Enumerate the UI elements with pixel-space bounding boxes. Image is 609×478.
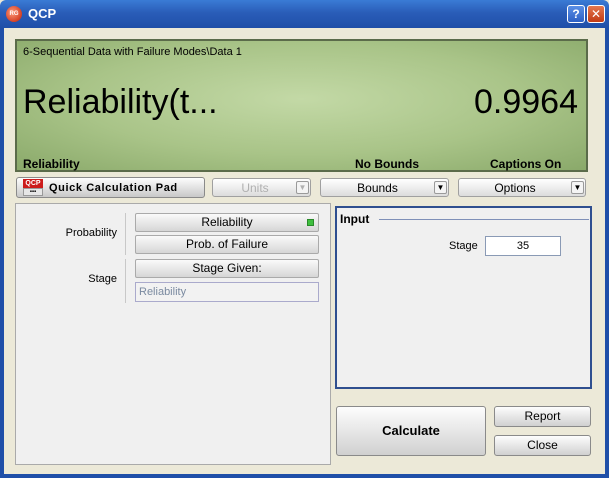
- divider: [125, 213, 126, 255]
- data-path: 6-Sequential Data with Failure Modes\Dat…: [23, 46, 242, 58]
- input-panel: Input Stage 35: [335, 206, 592, 389]
- close-button[interactable]: Close: [494, 435, 591, 456]
- divider: [125, 259, 126, 303]
- selected-indicator-icon: [307, 219, 314, 226]
- chevron-down-icon: ▼: [571, 181, 584, 194]
- status-metric: Reliability: [23, 157, 80, 171]
- probability-label: Probability: [65, 227, 117, 239]
- bounds-label: Bounds: [357, 181, 398, 195]
- options-dropdown[interactable]: Options ▼: [458, 178, 586, 197]
- stage-given-button[interactable]: Stage Given:: [135, 259, 319, 278]
- bounds-dropdown[interactable]: Bounds ▼: [320, 178, 449, 197]
- qcp-logo-icon: QCP ▪▪▪: [23, 179, 43, 196]
- options-label: Options: [494, 181, 536, 195]
- lcd-screen: 6-Sequential Data with Failure Modes\Dat…: [17, 41, 586, 171]
- result-display: 6-Sequential Data with Failure Modes\Dat…: [15, 39, 588, 172]
- reliability-option-label: Reliability: [201, 215, 253, 229]
- result-metric: Reliability(t...: [23, 83, 218, 121]
- qcp-logo-keys: ▪▪▪: [23, 188, 43, 196]
- window-frame-bottom: [0, 474, 609, 478]
- qcp-logo-text: QCP: [23, 179, 43, 188]
- result-value: 0.9964: [474, 83, 578, 121]
- app-icon: RG: [6, 6, 22, 22]
- report-button[interactable]: Report: [494, 406, 591, 427]
- quick-calculation-pad-button[interactable]: QCP ▪▪▪ Quick Calculation Pad: [16, 177, 205, 198]
- status-captions: Captions On: [490, 157, 562, 171]
- window-title: QCP: [28, 6, 57, 21]
- close-window-button[interactable]: ✕: [587, 5, 605, 23]
- window-frame-left: [0, 28, 4, 478]
- title-bar[interactable]: RG QCP ? ✕: [0, 0, 609, 28]
- calculation-options-panel: Probability Reliability Prob. of Failure…: [15, 203, 331, 465]
- units-dropdown: Units ▼: [212, 178, 311, 197]
- status-bounds: No Bounds: [355, 157, 419, 171]
- stage-row-label: Stage: [88, 273, 117, 285]
- stage-given-field: Reliability: [135, 282, 319, 302]
- calculate-button[interactable]: Calculate: [336, 406, 486, 456]
- stage-input-label: Stage: [449, 240, 478, 252]
- stage-input[interactable]: 35: [485, 236, 561, 256]
- help-button[interactable]: ?: [567, 5, 585, 23]
- qcp-label: Quick Calculation Pad: [49, 182, 178, 194]
- reliability-option-button[interactable]: Reliability: [135, 213, 319, 232]
- units-label: Units: [241, 181, 269, 195]
- chevron-down-icon: ▼: [434, 181, 447, 194]
- input-panel-title: Input: [340, 212, 370, 226]
- window-frame-right: [605, 28, 609, 478]
- input-title-rule: [379, 219, 589, 220]
- prob-failure-option-button[interactable]: Prob. of Failure: [135, 235, 319, 254]
- chevron-down-icon: ▼: [296, 181, 309, 194]
